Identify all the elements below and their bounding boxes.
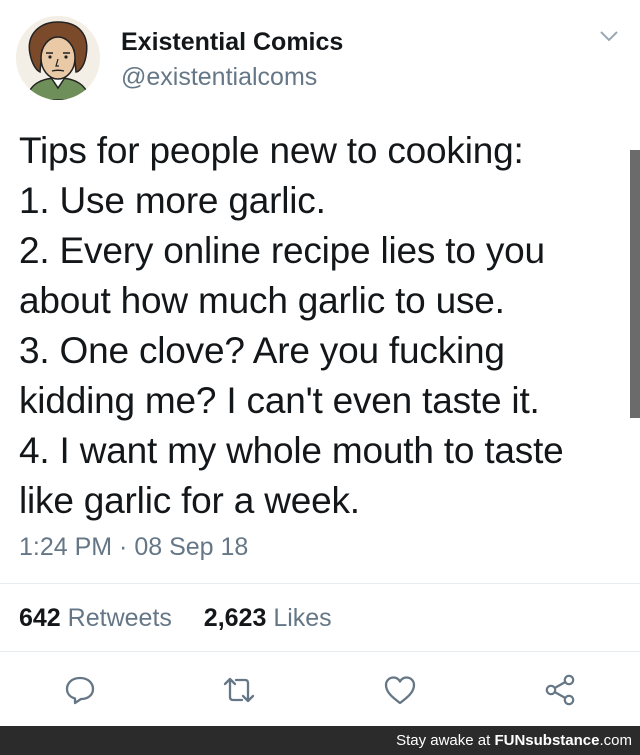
author-handle[interactable]: @existentialcoms	[121, 63, 317, 92]
watermark-suffix: .com	[599, 732, 632, 749]
retweet-icon[interactable]	[221, 672, 257, 708]
scrollbar[interactable]	[630, 150, 640, 418]
tweet-text-line: like garlic for a week.	[19, 480, 360, 521]
tweet-text: Tips for people new to cooking: 1. Use m…	[19, 126, 629, 526]
avatar[interactable]	[16, 16, 100, 100]
retweets-stat[interactable]: 642 Retweets	[19, 604, 179, 632]
likes-label: Likes	[273, 604, 332, 632]
tweet-timestamp[interactable]: 1:24 PM · 08 Sep 18	[19, 533, 248, 562]
likes-count: 2,623	[203, 604, 267, 632]
chevron-down-icon[interactable]	[598, 29, 620, 43]
author-name[interactable]: Existential Comics	[121, 28, 343, 57]
avatar-illustration	[16, 16, 100, 100]
divider	[0, 651, 640, 652]
retweets-label: Retweets	[67, 604, 172, 632]
tweet-text-line: kidding me? I can't even taste it.	[19, 380, 540, 421]
tweet-text-line: Tips for people new to cooking:	[19, 130, 524, 171]
reply-icon[interactable]	[62, 672, 98, 708]
tweet-text-line: about how much garlic to use.	[19, 280, 505, 321]
share-icon[interactable]	[542, 672, 578, 708]
likes-stat[interactable]: 2,623 Likes	[197, 604, 332, 632]
heart-icon[interactable]	[382, 672, 418, 708]
watermark-prefix: Stay awake at	[396, 732, 495, 749]
tweet-text-line: 2. Every online recipe lies to you	[19, 230, 545, 271]
divider	[0, 583, 640, 584]
engagement-stats: 642 Retweets 2,623 Likes	[19, 604, 332, 633]
watermark-brand: FUNsubstance	[494, 732, 600, 749]
tweet-text-line: 1. Use more garlic.	[19, 180, 326, 221]
retweets-count: 642	[19, 604, 61, 632]
tweet-text-line: 3. One clove? Are you fucking	[19, 330, 505, 371]
watermark-bar: Stay awake at FUNsubstance.com	[0, 726, 640, 755]
tweet-text-line: 4. I want my whole mouth to taste	[19, 430, 564, 471]
